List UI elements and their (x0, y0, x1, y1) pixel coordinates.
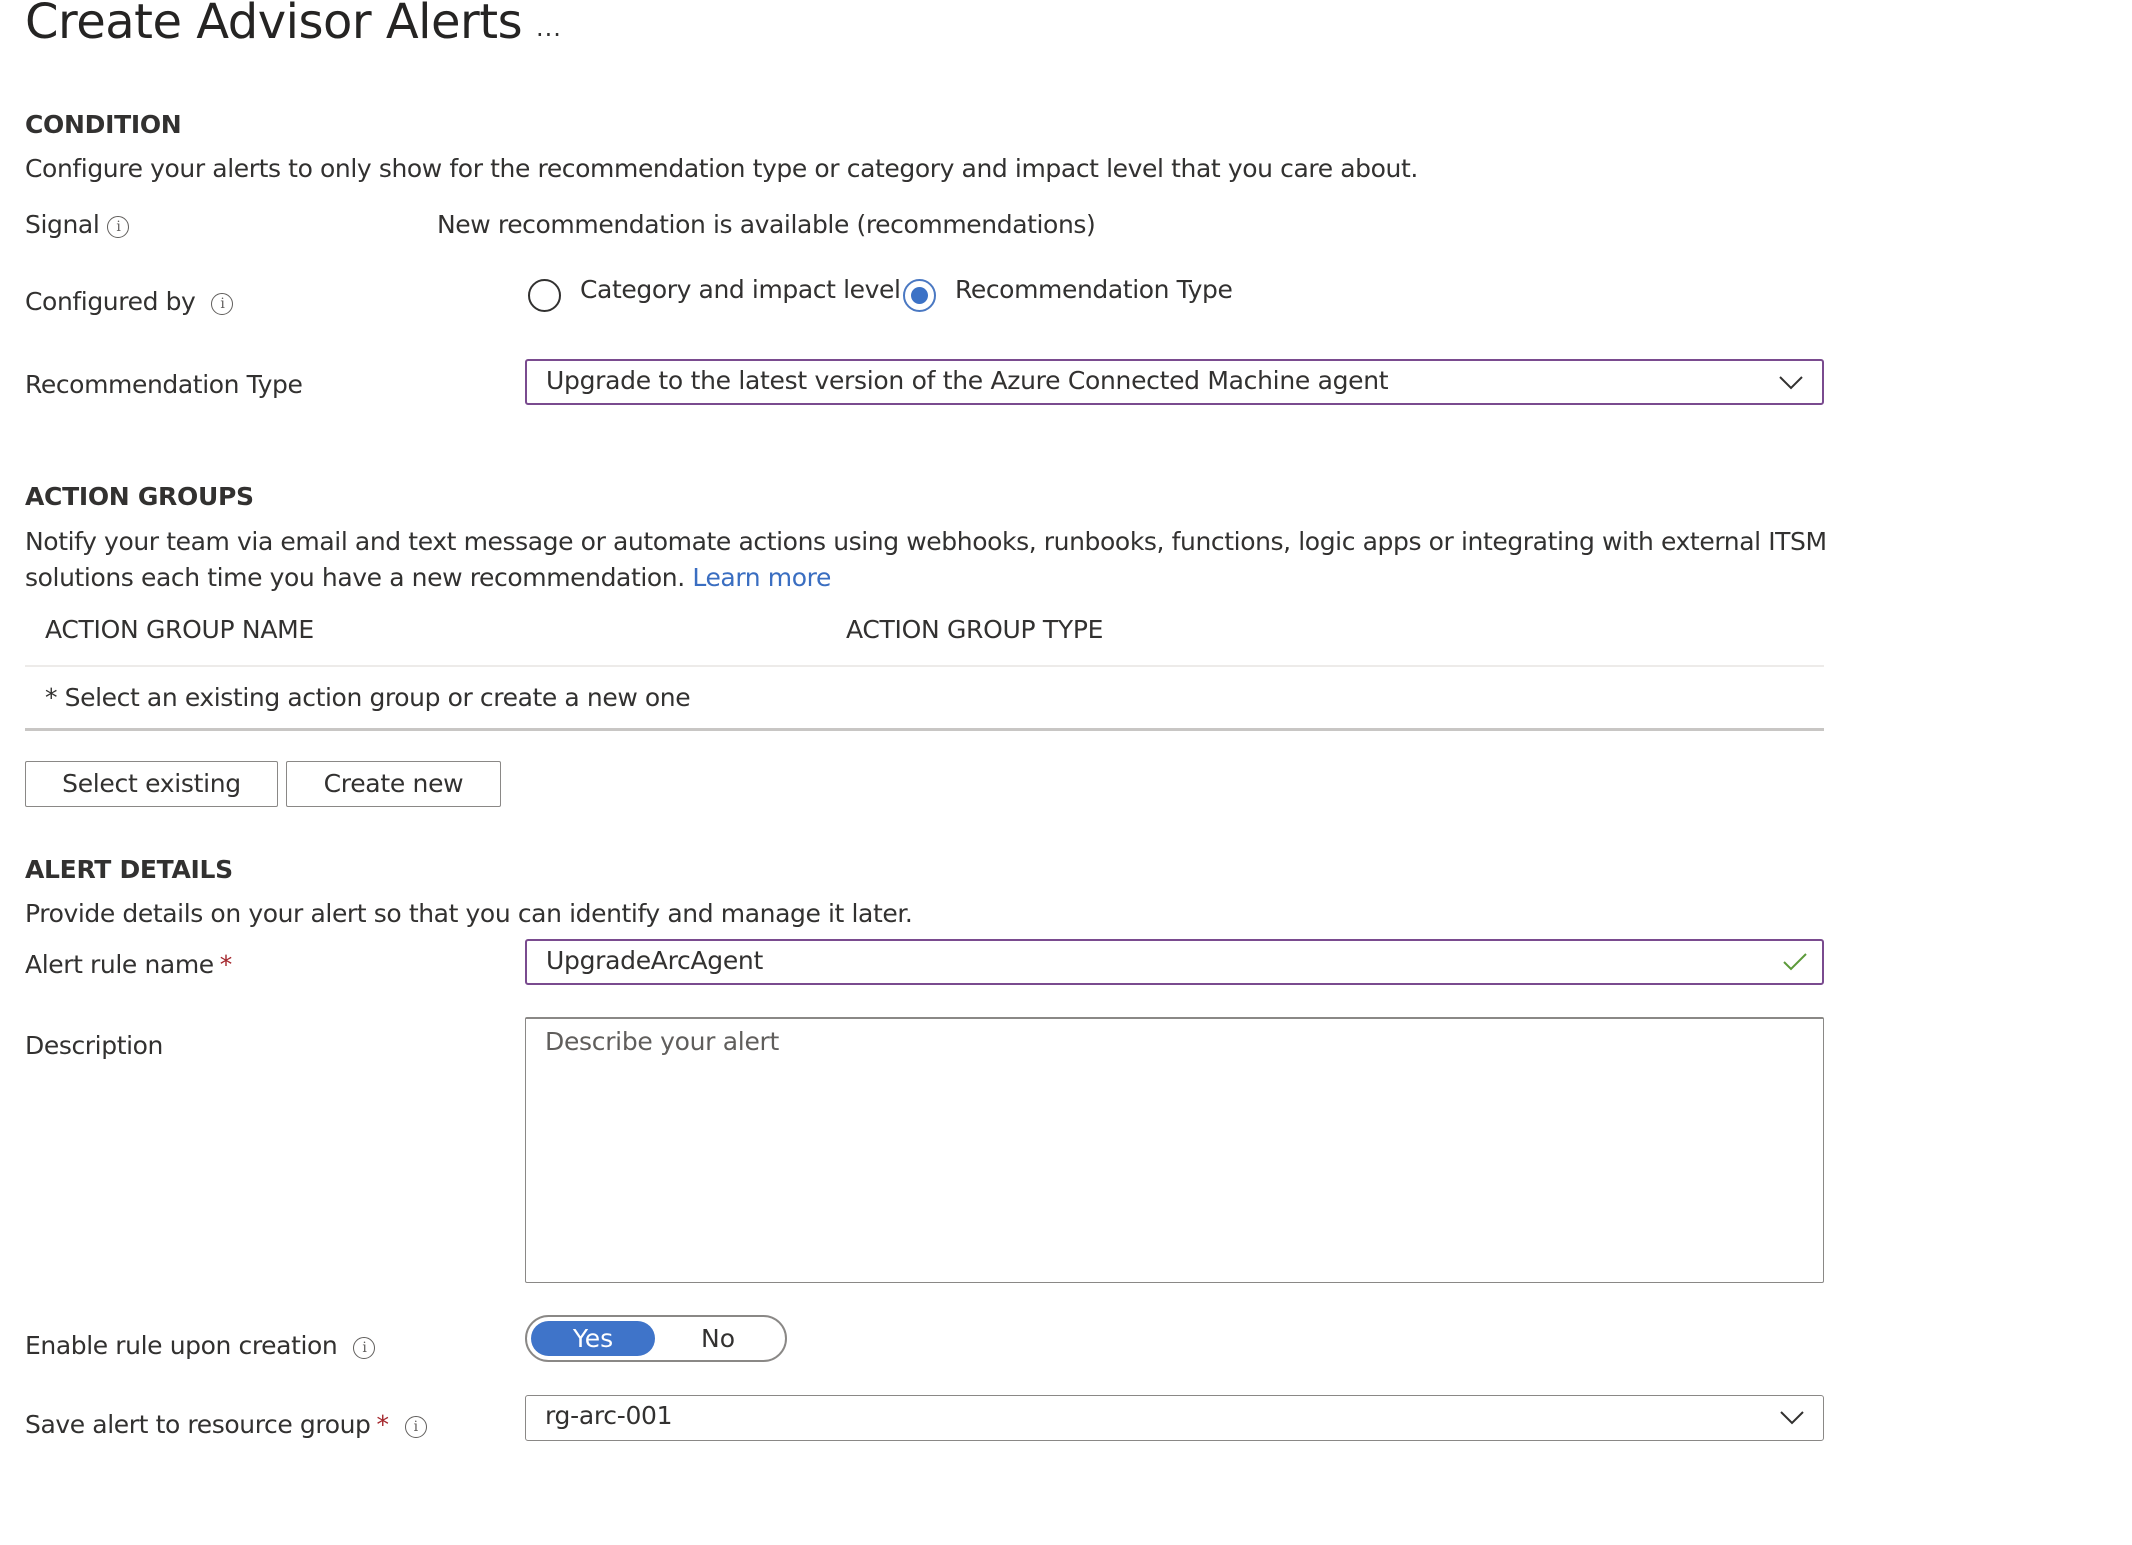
table-empty-message: * Select an existing action group or cre… (45, 683, 691, 712)
create-new-button[interactable]: Create new (286, 761, 501, 807)
action-groups-heading: ACTION GROUPS (25, 482, 254, 511)
alert-rule-name-label-row: Alert rule name * (25, 950, 232, 979)
column-header-action-group-type[interactable]: ACTION GROUP TYPE (846, 615, 1103, 644)
signal-label: Signal (25, 210, 100, 239)
required-indicator: * (219, 950, 233, 979)
configured-by-label-row: Configured by i (25, 287, 234, 316)
alert-details-heading: ALERT DETAILS (25, 855, 233, 884)
learn-more-link[interactable]: Learn more (692, 563, 831, 592)
description-textarea[interactable]: Describe your alert (525, 1017, 1824, 1283)
info-icon[interactable]: i (107, 216, 130, 238)
alert-rule-name-input[interactable]: UpgradeArcAgent (525, 939, 1824, 985)
resource-group-label-row: Save alert to resource group * i (25, 1410, 427, 1439)
recommendation-type-dropdown[interactable]: Upgrade to the latest version of the Azu… (525, 359, 1824, 405)
info-icon[interactable]: i (211, 293, 234, 315)
radio-option-recommendation-type[interactable]: Recommendation Type (903, 275, 1263, 315)
radio-label-recommendation-type[interactable]: Recommendation Type (955, 275, 1233, 304)
table-bottom-divider (25, 728, 1824, 731)
chevron-down-icon[interactable] (1779, 1404, 1805, 1430)
alert-details-description: Provide details on your alert so that yo… (25, 899, 913, 928)
action-groups-description-line2: solutions each time you have a new recom… (25, 563, 831, 592)
radio-label-category[interactable]: Category and impact level (580, 275, 901, 304)
column-header-action-group-name[interactable]: ACTION GROUP NAME (45, 615, 314, 644)
description-label: Description (25, 1031, 163, 1060)
required-indicator: * (376, 1410, 390, 1439)
page-title: Create Advisor Alerts (25, 0, 523, 50)
toggle-option-yes[interactable]: Yes (531, 1321, 655, 1356)
enable-rule-label: Enable rule upon creation (25, 1331, 338, 1360)
radio-unchecked-icon[interactable] (528, 279, 561, 312)
enable-rule-label-row: Enable rule upon creation i (25, 1331, 376, 1360)
resource-group-label: Save alert to resource group (25, 1410, 371, 1439)
toggle-option-no[interactable]: No (655, 1321, 781, 1356)
recommendation-type-label: Recommendation Type (25, 370, 303, 399)
condition-description: Configure your alerts to only show for t… (25, 154, 1418, 183)
table-header-divider (25, 665, 1824, 667)
alert-rule-name-label: Alert rule name (25, 950, 214, 979)
action-groups-description-line1: Notify your team via email and text mess… (25, 527, 1827, 556)
checkmark-icon (1783, 953, 1807, 971)
signal-label-row: Signal i (25, 210, 130, 239)
info-icon[interactable]: i (353, 1337, 376, 1359)
configured-by-label: Configured by (25, 287, 196, 316)
recommendation-type-value: Upgrade to the latest version of the Azu… (546, 366, 1389, 395)
alert-rule-name-value[interactable]: UpgradeArcAgent (546, 946, 763, 975)
radio-checked-icon[interactable] (903, 279, 936, 312)
more-options-icon[interactable]: ... (536, 14, 562, 42)
chevron-down-icon[interactable] (1778, 369, 1804, 395)
info-icon[interactable]: i (404, 1416, 427, 1438)
resource-group-value: rg-arc-001 (545, 1401, 673, 1430)
description-placeholder: Describe your alert (545, 1027, 780, 1056)
resource-group-dropdown[interactable]: rg-arc-001 (525, 1395, 1824, 1441)
condition-heading: CONDITION (25, 110, 182, 139)
select-existing-button[interactable]: Select existing (25, 761, 278, 807)
action-groups-description-text: solutions each time you have a new recom… (25, 563, 685, 592)
enable-rule-toggle[interactable]: Yes No (525, 1315, 787, 1362)
signal-value: New recommendation is available (recomme… (437, 210, 1096, 239)
